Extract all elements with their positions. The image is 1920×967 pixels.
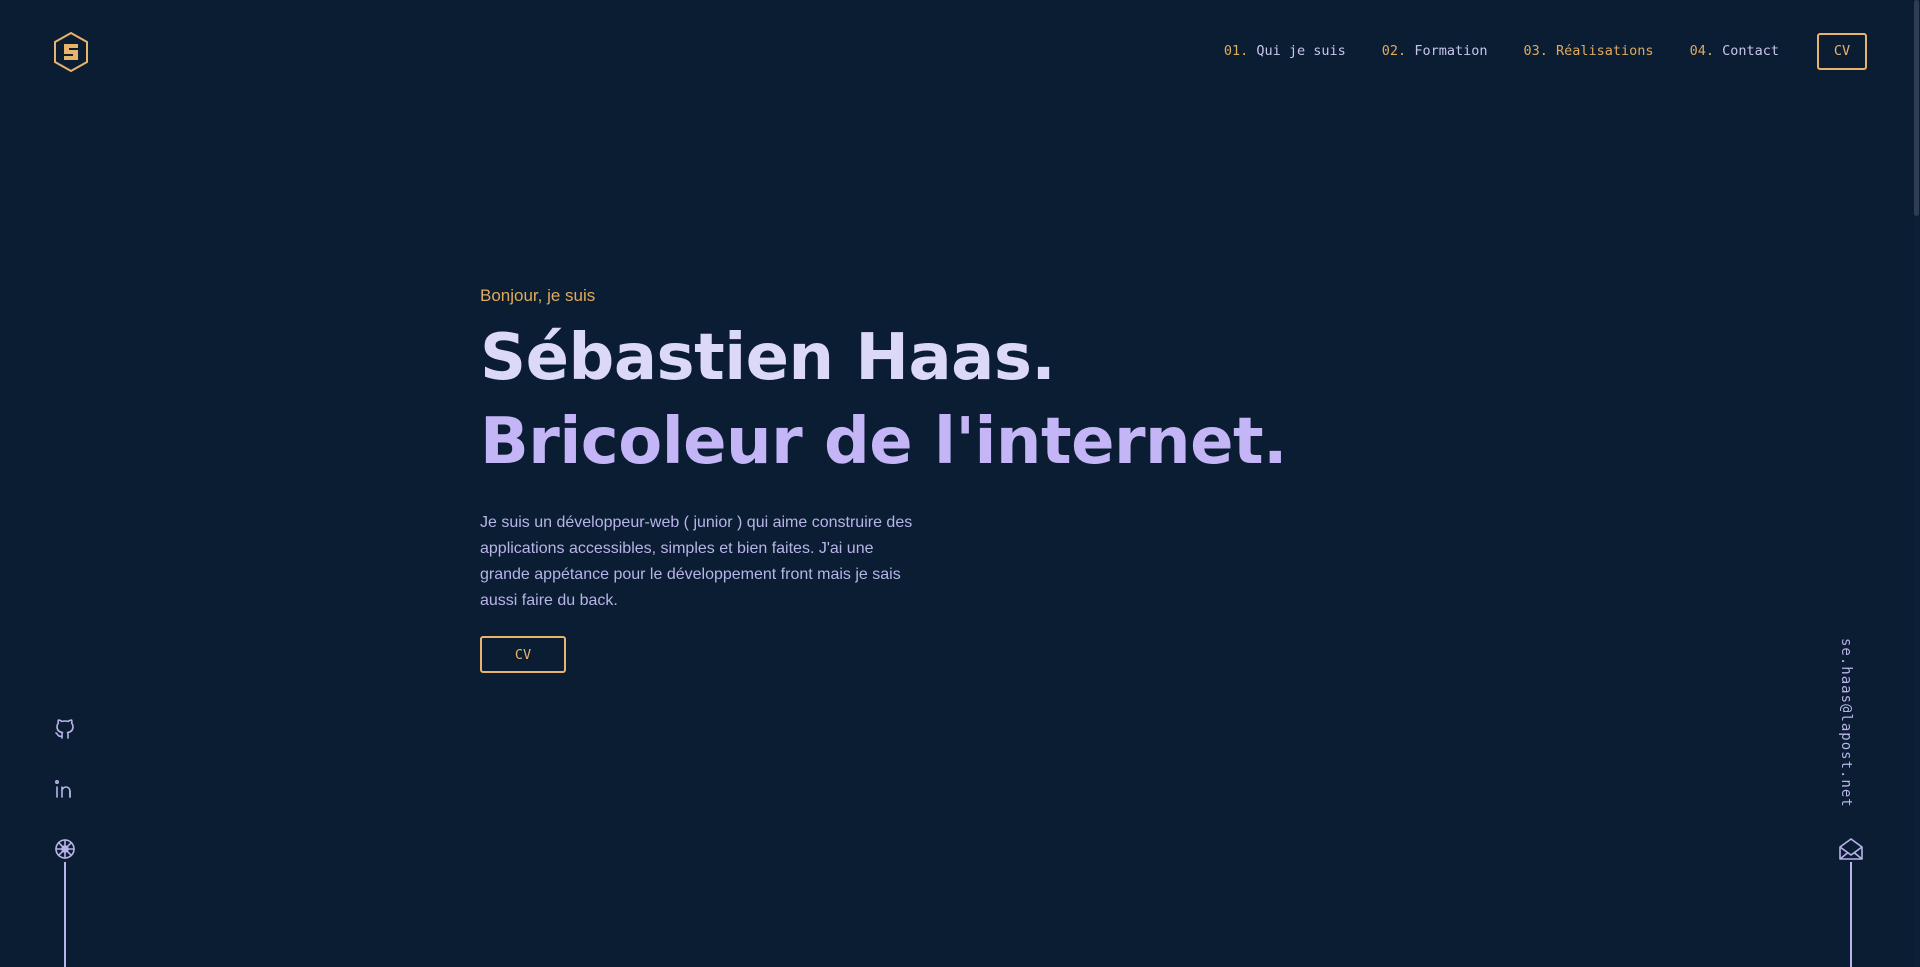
nav-item-contact[interactable]: 04. Contact xyxy=(1690,43,1779,59)
cv-hero-button[interactable]: CV xyxy=(480,636,566,673)
hero-section: Bonjour, je suis Sébastien Haas. Bricole… xyxy=(480,286,1287,673)
nav-number: 04. xyxy=(1689,43,1714,59)
hero-intro: Je suis un développeur-web ( junior ) qu… xyxy=(480,514,913,609)
nav-number: 01. xyxy=(1223,43,1249,59)
nav-label: Contact xyxy=(1722,43,1779,59)
nav-number: 03. xyxy=(1523,43,1548,59)
mail-icon[interactable] xyxy=(1838,836,1864,862)
hero-tagline: Bricoleur de l'internet. xyxy=(480,405,1287,479)
nav-label: Réalisations xyxy=(1556,43,1654,59)
linkedin-icon[interactable] xyxy=(52,776,78,802)
email-link[interactable]: se.haas@lapost.net xyxy=(1838,638,1854,808)
dribbble-icon[interactable] xyxy=(52,836,78,862)
page: 01. Qui je suis 02. Formation 03. Réalis… xyxy=(0,0,1920,967)
nav-label: Formation xyxy=(1414,43,1488,59)
hero-name: Sébastien Haas. xyxy=(480,321,1056,395)
nav-number: 02. xyxy=(1381,43,1407,59)
scrollbar-thumb[interactable] xyxy=(1914,0,1919,216)
github-icon[interactable] xyxy=(52,716,78,742)
nav-label: Qui je suis xyxy=(1256,43,1346,59)
left-vertical-line xyxy=(64,862,66,967)
right-vertical-line xyxy=(1850,862,1852,967)
hero-greeting: Bonjour, je suis xyxy=(480,286,596,305)
hexagon-s-logo-icon[interactable] xyxy=(52,31,90,73)
main-nav: 01. Qui je suis 02. Formation 03. Réalis… xyxy=(1224,32,1867,70)
scrollbar[interactable] xyxy=(1914,0,1920,967)
nav-item-qui-je-suis[interactable]: 01. Qui je suis xyxy=(1224,43,1346,59)
nav-item-formation[interactable]: 02. Formation xyxy=(1382,43,1488,59)
nav-item-realisations[interactable]: 03. Réalisations xyxy=(1523,43,1653,59)
cv-nav-button[interactable]: CV xyxy=(1817,32,1867,70)
